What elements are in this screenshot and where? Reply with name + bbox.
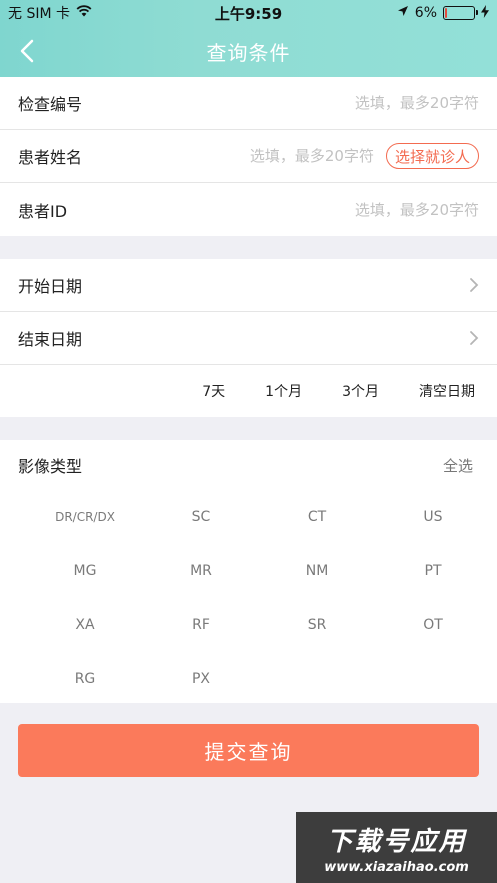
battery-fill: [445, 8, 447, 18]
patient-name-row: 患者姓名 选择就诊人: [0, 130, 497, 183]
nav-bar: 查询条件: [0, 26, 497, 77]
exam-no-label: 检查编号: [18, 95, 83, 114]
end-date-label: 结束日期: [18, 330, 83, 349]
back-button[interactable]: [10, 34, 44, 68]
image-type-option[interactable]: DR/CR/DX: [27, 490, 143, 544]
image-type-option[interactable]: US: [375, 490, 491, 544]
start-date-label: 开始日期: [18, 277, 83, 296]
watermark-url-text: www.xiazaihao.com: [324, 859, 469, 875]
patient-id-row: 患者ID: [0, 183, 497, 236]
charging-bolt-icon: [481, 4, 489, 22]
chevron-left-icon: [20, 39, 34, 63]
exam-no-input[interactable]: [279, 94, 479, 112]
image-type-option[interactable]: SR: [259, 598, 375, 652]
exam-no-row: 检查编号: [0, 77, 497, 130]
watermark-logo: 下载号应用 www.xiazaihao.com: [296, 812, 497, 883]
image-type-option[interactable]: OT: [375, 598, 491, 652]
battery-text: 6%: [414, 5, 437, 21]
image-type-option[interactable]: MG: [27, 544, 143, 598]
quick-date-row: 7天 1个月 3个月 清空日期: [0, 365, 497, 417]
select-all-button[interactable]: 全选: [443, 455, 479, 476]
chevron-right-icon: [470, 331, 479, 345]
clear-dates-button[interactable]: 清空日期: [419, 381, 475, 401]
image-type-option[interactable]: XA: [27, 598, 143, 652]
patient-name-input[interactable]: [223, 147, 374, 165]
wifi-icon: [76, 5, 92, 21]
select-patient-button[interactable]: 选择就诊人: [385, 143, 479, 169]
image-type-option[interactable]: SC: [143, 490, 259, 544]
quick-1-month-button[interactable]: 1个月: [265, 381, 302, 401]
image-type-option[interactable]: CT: [259, 490, 375, 544]
battery-icon: [443, 6, 478, 20]
image-type-label: 影像类型: [18, 457, 83, 476]
location-arrow-icon: [397, 5, 409, 21]
end-date-row[interactable]: 结束日期: [0, 312, 497, 365]
image-type-grid: DR/CR/DX SC CT US MG MR NM PT XA RF SR O…: [0, 490, 497, 706]
image-type-option[interactable]: RG: [27, 652, 143, 706]
status-bar: 无 SIM 卡 上午9:59 6%: [0, 0, 497, 26]
patient-id-label: 患者ID: [18, 201, 68, 221]
chevron-right-icon: [470, 278, 479, 292]
watermark-main-text: 下载号应用: [326, 826, 467, 857]
header: 无 SIM 卡 上午9:59 6% 查询条件: [0, 0, 497, 77]
image-type-option[interactable]: NM: [259, 544, 375, 598]
patient-info-section: 检查编号 患者姓名 选择就诊人 患者ID: [0, 77, 497, 236]
quick-3-months-button[interactable]: 3个月: [342, 381, 379, 401]
quick-7-days-button[interactable]: 7天: [202, 381, 225, 401]
image-type-section: 影像类型 全选 DR/CR/DX SC CT US MG MR NM PT XA…: [0, 440, 497, 703]
status-right: 6%: [397, 4, 489, 22]
patient-name-label: 患者姓名: [18, 148, 83, 167]
date-section: 开始日期 结束日期 7天 1个月 3个月 清空日期: [0, 259, 497, 417]
image-type-option[interactable]: PX: [143, 652, 259, 706]
start-date-row[interactable]: 开始日期: [0, 259, 497, 312]
image-type-header: 影像类型 全选: [0, 440, 497, 490]
image-type-option[interactable]: MR: [143, 544, 259, 598]
page-title: 查询条件: [206, 41, 291, 65]
carrier-text: 无 SIM 卡: [8, 6, 70, 22]
image-type-option[interactable]: PT: [375, 544, 491, 598]
status-left: 无 SIM 卡: [8, 3, 92, 23]
image-type-option[interactable]: RF: [143, 598, 259, 652]
patient-id-input[interactable]: [279, 200, 479, 219]
submit-query-button[interactable]: 提交查询: [18, 724, 479, 777]
